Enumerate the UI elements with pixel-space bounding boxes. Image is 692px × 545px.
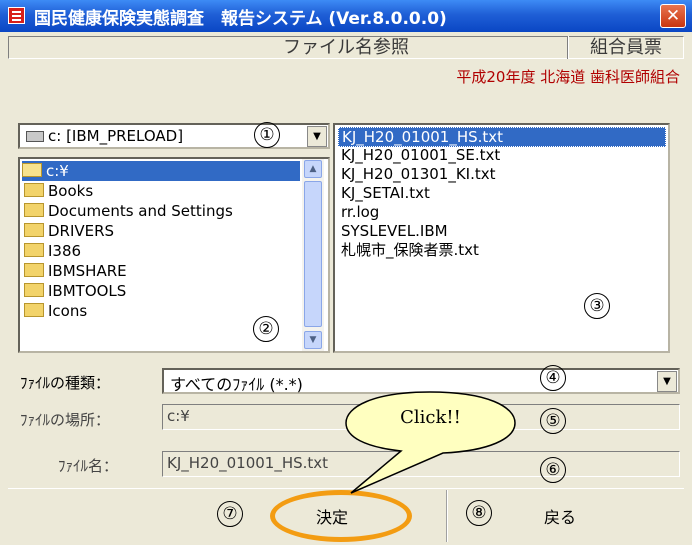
window-title: 国民健康保険実態調査 報告システム (Ver.8.0.0.0) xyxy=(34,9,447,29)
directory-item[interactable]: IBMSHARE xyxy=(24,261,127,281)
scroll-down-icon[interactable]: ▼ xyxy=(304,331,322,349)
marker-1: ① xyxy=(254,122,280,148)
file-item[interactable]: KJ_H20_01001_HS.txt xyxy=(338,127,666,147)
scrollbar-thumb[interactable] xyxy=(304,181,322,327)
marker-4: ④ xyxy=(540,365,566,391)
file-location-label: ﾌｧｲﾙの場所： xyxy=(20,411,111,429)
file-name-label: ﾌｧｲﾙ名： xyxy=(58,457,119,475)
directory-scrollbar[interactable]: ▲ ▼ xyxy=(302,159,324,351)
file-type-value: すべてのﾌｧｲﾙ (*.*) xyxy=(170,375,303,394)
directory-item[interactable]: Books xyxy=(24,181,93,201)
drive-icon xyxy=(26,131,44,142)
organization-info: 平成20年度 北海道 歯科医師組合 xyxy=(456,68,680,86)
directory-item[interactable]: IBMTOOLS xyxy=(24,281,126,301)
marker-6: ⑥ xyxy=(540,457,566,483)
folder-icon xyxy=(24,283,44,297)
back-button[interactable]: 戻る xyxy=(500,496,620,540)
folder-icon xyxy=(24,183,44,197)
directory-item[interactable]: c:¥ xyxy=(22,161,300,181)
close-button[interactable]: ✕ xyxy=(660,4,686,28)
file-name-value: KJ_H20_01001_HS.txt xyxy=(167,454,329,472)
folder-icon xyxy=(24,243,44,257)
file-item[interactable]: 札幌市_保険者票.txt xyxy=(341,241,479,259)
directory-item[interactable]: Documents and Settings xyxy=(24,201,233,221)
marker-7: ⑦ xyxy=(217,501,243,527)
directory-item[interactable]: Icons xyxy=(24,301,87,321)
directory-list[interactable]: c:¥ Books Documents and Settings DRIVERS… xyxy=(18,157,330,353)
title-bar: 国民健康保険実態調査 報告システム (Ver.8.0.0.0) ✕ xyxy=(0,0,692,32)
folder-icon xyxy=(24,263,44,277)
directory-item[interactable]: I386 xyxy=(24,241,81,261)
callout-bubble-shape xyxy=(345,391,516,494)
header-divider xyxy=(567,36,569,59)
file-list[interactable]: KJ_H20_01001_HS.txt KJ_H20_01001_SE.txt … xyxy=(333,123,670,353)
file-item[interactable]: KJ_H20_01301_KI.txt xyxy=(341,165,496,183)
folder-icon xyxy=(24,223,44,237)
directory-item[interactable]: DRIVERS xyxy=(24,221,114,241)
marker-2: ② xyxy=(253,316,279,342)
file-item[interactable]: KJ_SETAI.txt xyxy=(341,184,430,202)
file-item[interactable]: KJ_H20_01001_SE.txt xyxy=(341,146,500,164)
folder-icon xyxy=(24,303,44,317)
file-item[interactable]: SYSLEVEL.IBM xyxy=(341,222,448,240)
file-location-value: c:¥ xyxy=(167,407,190,425)
drive-select-value: c: [IBM_PRELOAD] xyxy=(48,127,184,145)
file-type-label: ﾌｧｲﾙの種類： xyxy=(20,374,111,392)
callout-text: Click!! xyxy=(400,407,461,428)
click-callout: Click!! xyxy=(343,389,518,503)
marker-5: ⑤ xyxy=(540,408,566,434)
marker-3: ③ xyxy=(584,293,610,319)
open-folder-icon xyxy=(22,163,42,177)
drive-dropdown-arrow-icon[interactable]: ▼ xyxy=(307,126,327,147)
folder-icon xyxy=(24,203,44,217)
drive-select[interactable]: c: [IBM_PRELOAD] ▼ xyxy=(18,123,330,149)
form-type-label: 組合員票 xyxy=(590,37,662,58)
file-item[interactable]: rr.log xyxy=(341,203,379,221)
app-icon xyxy=(8,7,25,24)
marker-8: ⑧ xyxy=(466,500,492,526)
scroll-up-icon[interactable]: ▲ xyxy=(304,160,322,178)
file-type-dropdown-arrow-icon[interactable]: ▼ xyxy=(657,371,677,392)
